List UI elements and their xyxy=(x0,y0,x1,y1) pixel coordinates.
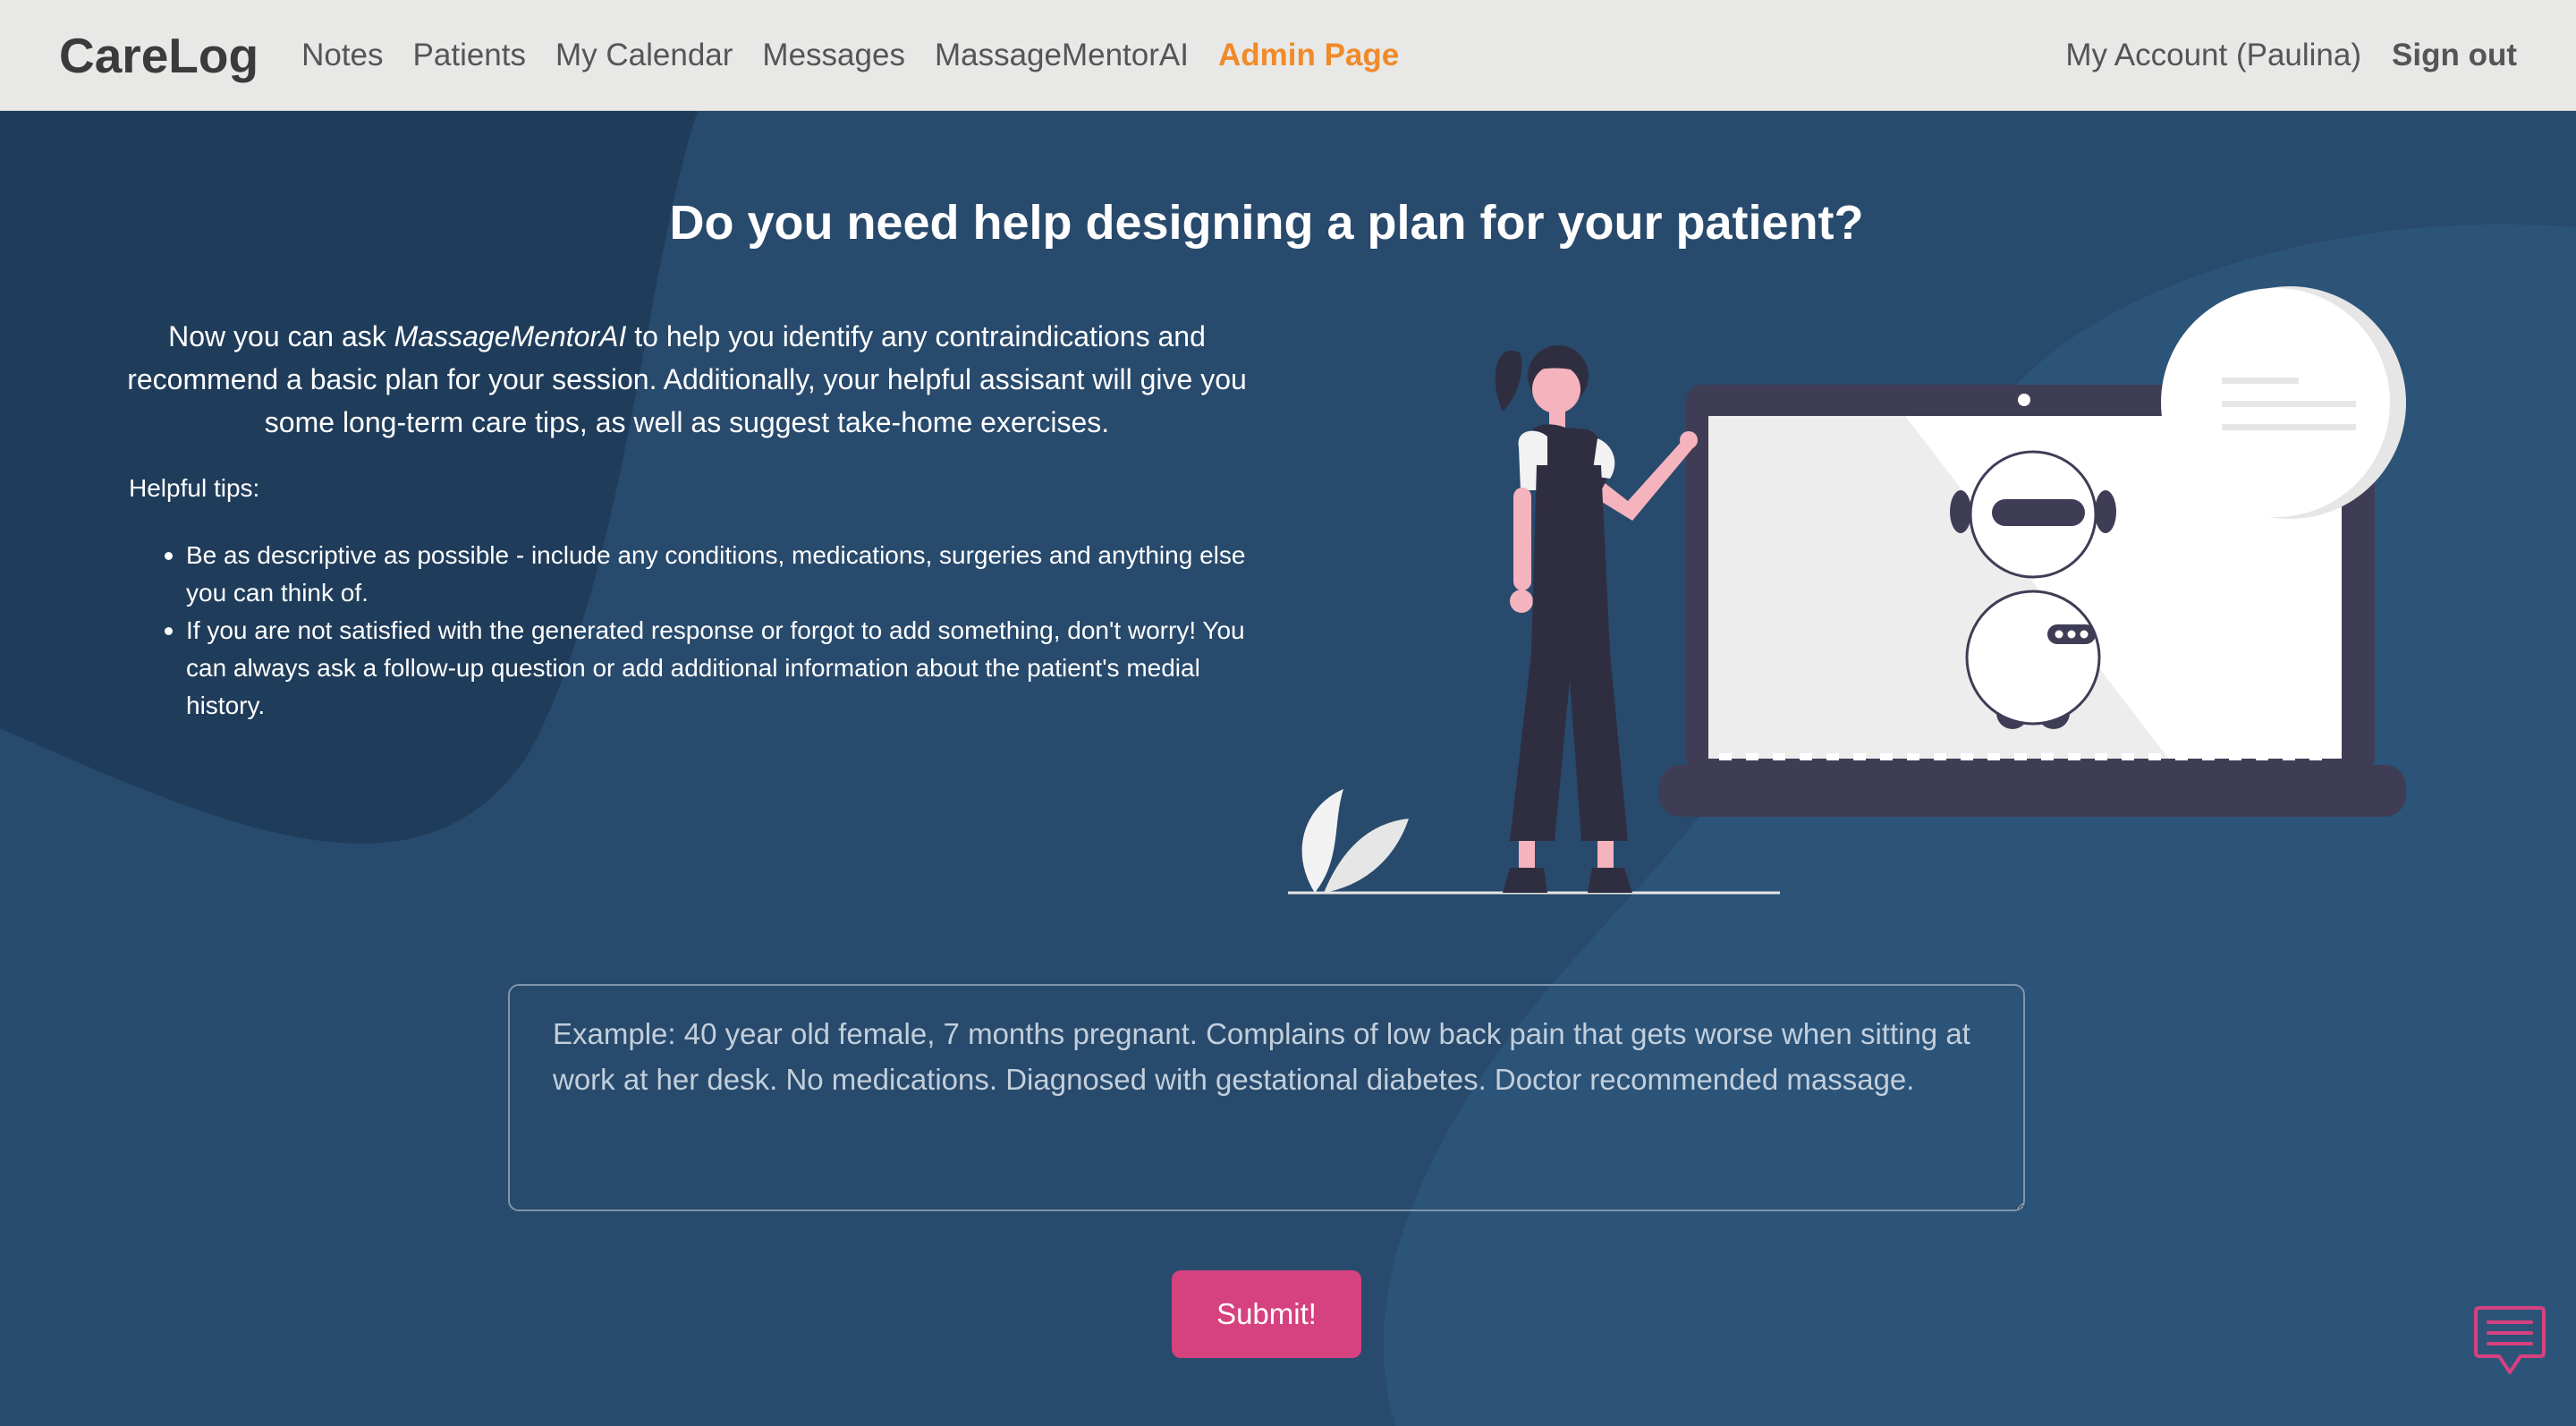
brand-logo[interactable]: CareLog xyxy=(59,27,258,84)
submit-button[interactable]: Submit! xyxy=(1172,1270,1361,1358)
nav-link-admin-page[interactable]: Admin Page xyxy=(1218,38,1399,73)
page-headline: Do you need help designing a plan for yo… xyxy=(669,196,1864,250)
nav-link-massage-mentor-ai[interactable]: MassageMentorAI xyxy=(935,38,1189,73)
nav-link-notes[interactable]: Notes xyxy=(301,38,383,73)
nav-link-messages[interactable]: Messages xyxy=(762,38,905,73)
patient-description-input[interactable] xyxy=(508,984,2025,1211)
tip-item: If you are not satisfied with the genera… xyxy=(165,612,1256,725)
nav-link-patients[interactable]: Patients xyxy=(413,38,526,73)
tips-list: Be as descriptive as possible - include … xyxy=(165,537,1256,725)
footnote-text xyxy=(150,1412,2476,1426)
sign-out-link[interactable]: Sign out xyxy=(2392,38,2517,73)
chat-bubble-icon[interactable] xyxy=(2472,1303,2547,1378)
tip-item: Be as descriptive as possible - include … xyxy=(165,537,1256,612)
top-navbar: CareLog Notes Patients My Calendar Messa… xyxy=(0,0,2576,111)
tips-heading: Helpful tips: xyxy=(129,474,260,502)
nav-right: My Account (Paulina) Sign out xyxy=(2065,38,2517,73)
intro-paragraph: Now you can ask MassageMentorAI to help … xyxy=(125,315,1249,444)
my-account-link[interactable]: My Account (Paulina) xyxy=(2065,38,2361,73)
intro-assistant-name: MassageMentorAI xyxy=(394,320,627,352)
woman-presenting-chatbot-illustration xyxy=(1288,286,2406,895)
nav-link-my-calendar[interactable]: My Calendar xyxy=(555,38,733,73)
intro-text-start: Now you can ask xyxy=(168,320,394,352)
nav-links: Notes Patients My Calendar Messages Mass… xyxy=(301,38,1428,73)
